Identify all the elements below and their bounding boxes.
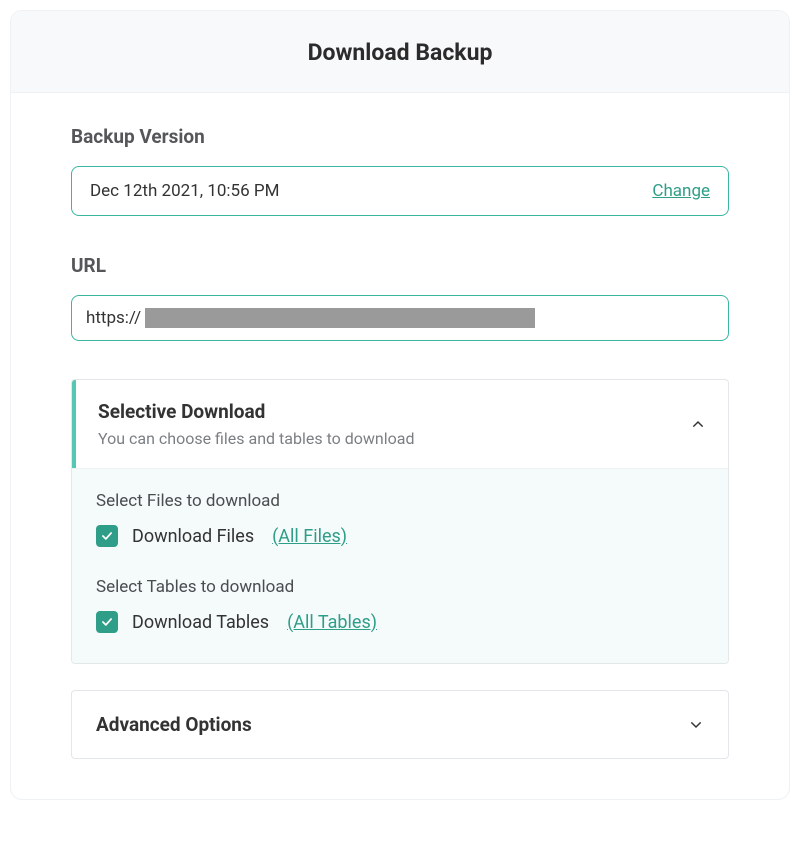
backup-version-label: Backup Version <box>71 125 729 148</box>
selective-download-subtitle: You can choose files and tables to downl… <box>98 429 415 448</box>
selective-download-panel: Selective Download You can choose files … <box>71 379 729 664</box>
select-tables-label: Select Tables to download <box>96 577 704 597</box>
selective-download-title: Selective Download <box>98 400 415 423</box>
url-input[interactable]: https:// <box>71 295 729 341</box>
change-version-link[interactable]: Change <box>652 181 710 201</box>
download-files-row: Download Files (All Files) <box>96 525 704 547</box>
card-body: Backup Version Dec 12th 2021, 10:56 PM C… <box>11 93 789 799</box>
selective-download-body: Select Files to download Download Files … <box>72 468 728 663</box>
check-icon <box>100 615 114 629</box>
download-tables-checkbox[interactable] <box>96 611 118 633</box>
select-files-label: Select Files to download <box>96 491 704 511</box>
download-files-checkbox[interactable] <box>96 525 118 547</box>
download-files-checkbox-label: Download Files <box>132 526 254 547</box>
check-icon <box>100 529 114 543</box>
advanced-options-title: Advanced Options <box>96 713 252 736</box>
chevron-down-icon <box>688 717 704 733</box>
url-redacted <box>145 308 535 328</box>
advanced-options-panel[interactable]: Advanced Options <box>71 690 729 759</box>
card-header: Download Backup <box>11 11 789 93</box>
all-tables-link[interactable]: (All Tables) <box>287 612 377 633</box>
all-files-link[interactable]: (All Files) <box>272 526 347 547</box>
backup-version-field[interactable]: Dec 12th 2021, 10:56 PM Change <box>71 166 729 216</box>
page-title: Download Backup <box>31 39 769 66</box>
download-tables-checkbox-label: Download Tables <box>132 612 269 633</box>
download-backup-card: Download Backup Backup Version Dec 12th … <box>10 10 790 800</box>
download-tables-row: Download Tables (All Tables) <box>96 611 704 633</box>
selective-download-header[interactable]: Selective Download You can choose files … <box>72 380 728 468</box>
url-label: URL <box>71 254 729 277</box>
url-prefix: https:// <box>86 308 141 328</box>
backup-version-value: Dec 12th 2021, 10:56 PM <box>90 181 279 201</box>
chevron-up-icon <box>690 416 706 432</box>
